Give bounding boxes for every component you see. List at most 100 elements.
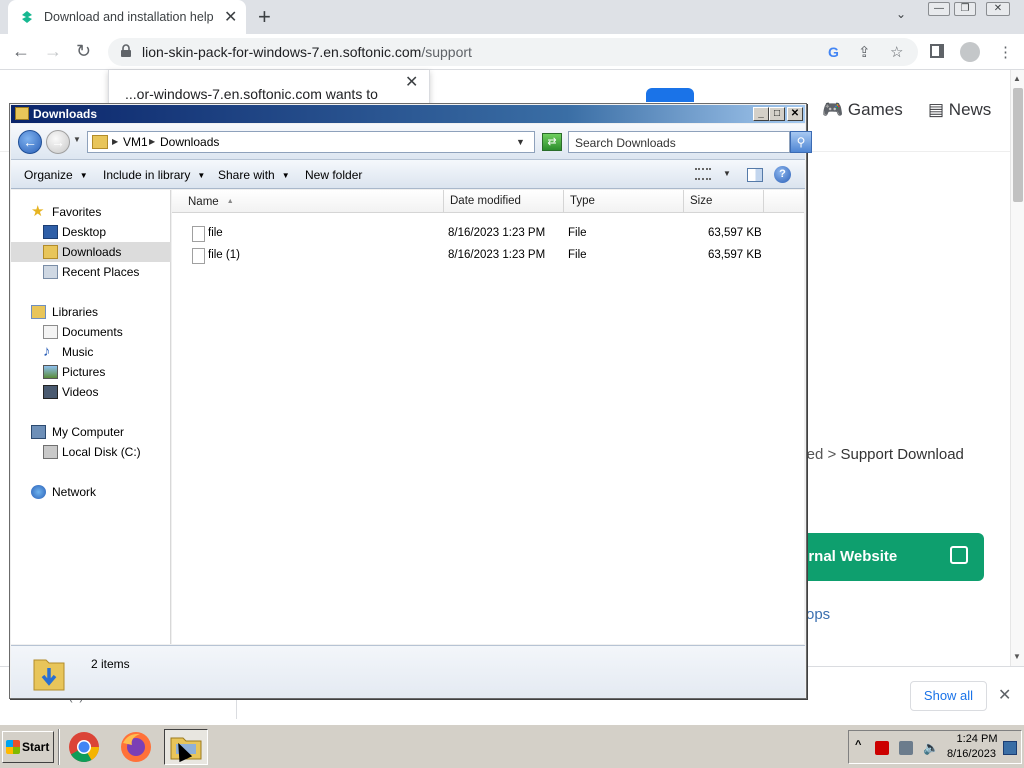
download-bar-close-button[interactable]: ✕ <box>998 685 1011 705</box>
change-view-icon[interactable] <box>695 168 711 180</box>
url-text: lion-skin-pack-for-windows-7.en.softonic… <box>142 44 472 60</box>
column-date-modified[interactable]: Date modified <box>444 190 564 213</box>
popup-message: ...or-windows-7.en.softonic.com wants to <box>125 86 378 102</box>
scroll-down-arrow-icon[interactable]: ▼ <box>1013 652 1021 661</box>
browser-close-button[interactable]: ✕ <box>986 2 1010 16</box>
view-options-dropdown-icon[interactable]: ▼ <box>723 169 731 178</box>
file-row[interactable]: file 8/16/2023 1:23 PM File 63,597 KB <box>172 223 804 245</box>
explorer-titlebar[interactable]: Downloads _ □ ✕ <box>11 105 805 123</box>
recent-pages-dropdown-icon[interactable]: ▼ <box>73 135 81 144</box>
nav-pictures[interactable]: Pictures <box>11 362 171 382</box>
file-row[interactable]: file (1) 8/16/2023 1:23 PM File 63,597 K… <box>172 245 804 267</box>
svg-text:G: G <box>828 44 839 60</box>
downloads-folder-icon <box>43 245 58 259</box>
reload-icon[interactable]: ↻ <box>76 41 91 62</box>
address-segment-downloads[interactable]: Downloads <box>160 135 219 149</box>
explorer-search-input[interactable]: Search Downloads <box>568 131 790 153</box>
browser-tab[interactable]: Download and installation help ✕ <box>8 0 246 34</box>
include-in-library-menu[interactable]: Include in library ▼ <box>103 168 205 182</box>
scroll-thumb[interactable] <box>1013 88 1023 202</box>
nav-music[interactable]: ♪ Music <box>11 342 171 362</box>
new-folder-button[interactable]: New folder <box>305 168 362 182</box>
address-segment-vm1[interactable]: VM1 <box>123 135 148 149</box>
nav-recent-places[interactable]: Recent Places <box>11 262 171 282</box>
explorer-forward-button[interactable]: → <box>46 130 70 154</box>
column-size[interactable]: Size <box>684 190 764 213</box>
file-type: File <box>568 249 587 261</box>
firefox-icon <box>121 732 151 762</box>
nav-desktop[interactable]: Desktop <box>11 222 171 242</box>
breadcrumb-arrow-icon[interactable]: ▶ <box>149 137 155 146</box>
action-center-flag-icon[interactable] <box>875 741 889 755</box>
nav-videos[interactable]: Videos <box>11 382 171 402</box>
popup-allow-button-edge[interactable] <box>646 88 694 102</box>
tab-search-icon[interactable]: ⌄ <box>896 7 906 21</box>
preview-pane-icon[interactable] <box>747 168 763 182</box>
scroll-up-arrow-icon[interactable]: ▲ <box>1013 74 1021 83</box>
explorer-maximize-button[interactable]: □ <box>769 107 785 121</box>
file-name: file <box>208 227 223 239</box>
show-desktop-icon[interactable] <box>1003 741 1017 755</box>
help-icon[interactable]: ? <box>774 166 791 183</box>
side-panel-icon[interactable] <box>930 44 944 58</box>
column-name[interactable]: Name ▲ <box>172 190 444 213</box>
share-with-menu[interactable]: Share with ▼ <box>218 168 290 182</box>
share-icon[interactable]: ⇪ <box>858 43 871 61</box>
windows-logo-icon <box>6 740 20 754</box>
clock-date[interactable]: 8/16/2023 <box>947 748 996 760</box>
browser-toolbar: ← → ↻ lion-skin-pack-for-windows-7.en.so… <box>0 34 1024 70</box>
column-type[interactable]: Type <box>564 190 684 213</box>
lock-icon[interactable] <box>120 44 132 58</box>
permission-popup: ...or-windows-7.en.softonic.com wants to… <box>108 70 430 104</box>
organize-menu[interactable]: Organize ▼ <box>24 168 88 182</box>
popup-close-button[interactable]: ✕ <box>405 72 418 92</box>
breadcrumb-arrow-icon[interactable]: ▶ <box>112 137 118 146</box>
search-icon[interactable]: ⚲ <box>790 131 812 153</box>
file-name: file (1) <box>208 249 240 261</box>
nav-favorites[interactable]: ★ Favorites <box>11 202 171 222</box>
browser-minimize-button[interactable]: — <box>928 2 950 16</box>
start-button[interactable]: Start <box>2 731 54 763</box>
browser-restore-button[interactable]: ❐ <box>954 2 976 16</box>
tab-close-button[interactable]: ✕ <box>224 7 237 27</box>
tray-expand-icon[interactable]: ^ <box>855 739 861 751</box>
taskbar-firefox-button[interactable] <box>114 729 158 765</box>
explorer-window: Downloads _ □ ✕ ← → ▼ ▶ VM1 ▶ Downloads … <box>9 103 812 699</box>
explorer-address-bar[interactable]: ▶ VM1 ▶ Downloads ▼ <box>87 131 535 153</box>
nav-games-link[interactable]: 🎮 Games <box>822 100 903 120</box>
file-date: 8/16/2023 1:23 PM <box>448 249 546 261</box>
new-tab-button[interactable]: + <box>258 4 271 30</box>
explorer-minimize-button[interactable]: _ <box>753 107 769 121</box>
clock-time[interactable]: 1:24 PM <box>953 733 1001 745</box>
nav-libraries[interactable]: Libraries <box>11 302 171 322</box>
nav-news-link[interactable]: ▤ News <box>928 100 991 120</box>
nav-downloads[interactable]: Downloads <box>11 242 171 262</box>
nav-local-disk[interactable]: Local Disk (C:) <box>11 442 171 462</box>
back-arrow-icon[interactable]: ← <box>12 41 30 62</box>
profile-avatar-icon[interactable] <box>960 42 980 62</box>
search-placeholder: Search Downloads <box>575 136 676 150</box>
nav-network[interactable]: Network <box>11 482 171 502</box>
refresh-icon[interactable]: ⇄ <box>542 133 562 151</box>
apps-link[interactable]: ops <box>806 606 830 623</box>
explorer-back-button[interactable]: ← <box>18 130 42 154</box>
volume-muted-icon[interactable]: 🔈 <box>923 741 939 755</box>
chevron-down-icon: ▼ <box>197 171 206 180</box>
taskbar-chrome-button[interactable] <box>62 729 106 765</box>
menu-kebab-icon[interactable]: ⋮ <box>998 43 1013 61</box>
address-bar[interactable]: lion-skin-pack-for-windows-7.en.softonic… <box>108 38 918 66</box>
grid-icon <box>950 546 968 564</box>
system-tray: ^ 🔈 1:24 PM 8/16/2023 <box>848 730 1022 764</box>
explorer-close-button[interactable]: ✕ <box>787 107 803 121</box>
page-scrollbar[interactable]: ▲ ▼ <box>1010 70 1024 666</box>
bookmark-star-icon[interactable]: ☆ <box>890 43 903 61</box>
forward-arrow-icon[interactable]: → <box>44 41 62 62</box>
google-lens-icon[interactable]: G <box>826 44 842 60</box>
nav-my-computer[interactable]: My Computer <box>11 422 171 442</box>
network-tray-icon[interactable] <box>899 741 913 755</box>
address-dropdown-icon[interactable]: ▼ <box>516 137 525 147</box>
show-all-button[interactable]: Show all <box>910 681 987 711</box>
nav-documents[interactable]: Documents <box>11 322 171 342</box>
external-website-button[interactable]: ernal Website <box>790 533 984 581</box>
explorer-address-row: ← → ▼ ▶ VM1 ▶ Downloads ▼ ⇄ Search Downl… <box>11 124 812 160</box>
